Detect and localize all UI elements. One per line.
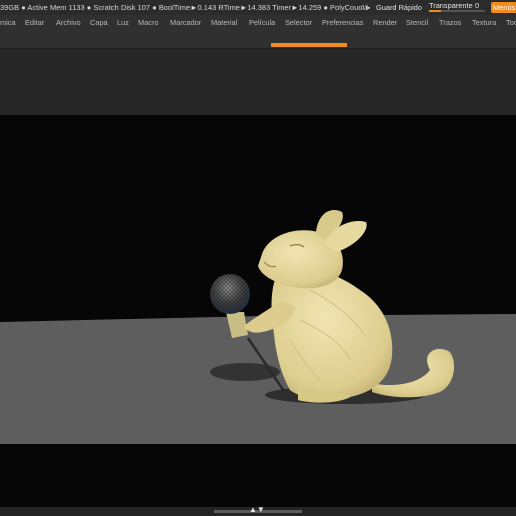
stats-readout: 39GB ● Active Mem 1133 ● Scratch Disk 10… (0, 3, 372, 12)
all-toggle[interactable]: All (360, 0, 368, 15)
document-header-area (0, 49, 516, 115)
menu-item-tool[interactable]: Tool (506, 18, 516, 27)
menu-item-capa[interactable]: Capa (90, 18, 108, 27)
menu-item-archivo[interactable]: Archivo (56, 18, 81, 27)
bottom-tray-bar: ▲▼ (0, 505, 516, 516)
active-menu-indicator (271, 43, 347, 47)
menu-item-stencil[interactable]: Stencil (406, 18, 428, 27)
menus-button[interactable]: Menús (491, 2, 516, 13)
menu-item-editar[interactable]: Editar (25, 18, 44, 27)
menu-item-textura[interactable]: Textura (472, 18, 496, 27)
menu-item-preferencias[interactable]: Preferencias (322, 18, 364, 27)
menu-item-selector[interactable]: Selector (285, 18, 312, 27)
menu-item-mica[interactable]: mica (0, 18, 16, 27)
transparency-slider-fill (429, 10, 441, 12)
quick-save-button[interactable]: Guard Rápido (376, 0, 422, 15)
expand-tray-icon[interactable]: ▲▼ (249, 505, 265, 515)
menu-bar: mica Editar Archivo Capa Luz Macro Marca… (0, 15, 516, 48)
menu-item-pelicula[interactable]: Película (249, 18, 275, 27)
scene-render (0, 210, 516, 444)
menu-item-marcador[interactable]: Marcador (170, 18, 201, 27)
mic-shadow (210, 363, 280, 381)
menu-item-material[interactable]: Material (211, 18, 237, 27)
menu-item-trazos[interactable]: Trazos (439, 18, 461, 27)
menu-item-macro[interactable]: Macro (138, 18, 159, 27)
viewport-canvas[interactable] (0, 115, 516, 507)
status-bar: 39GB ● Active Mem 1133 ● Scratch Disk 10… (0, 0, 516, 15)
transparency-slider[interactable] (429, 10, 485, 12)
menu-item-luz[interactable]: Luz (117, 18, 129, 27)
menu-item-render[interactable]: Render (373, 18, 397, 27)
